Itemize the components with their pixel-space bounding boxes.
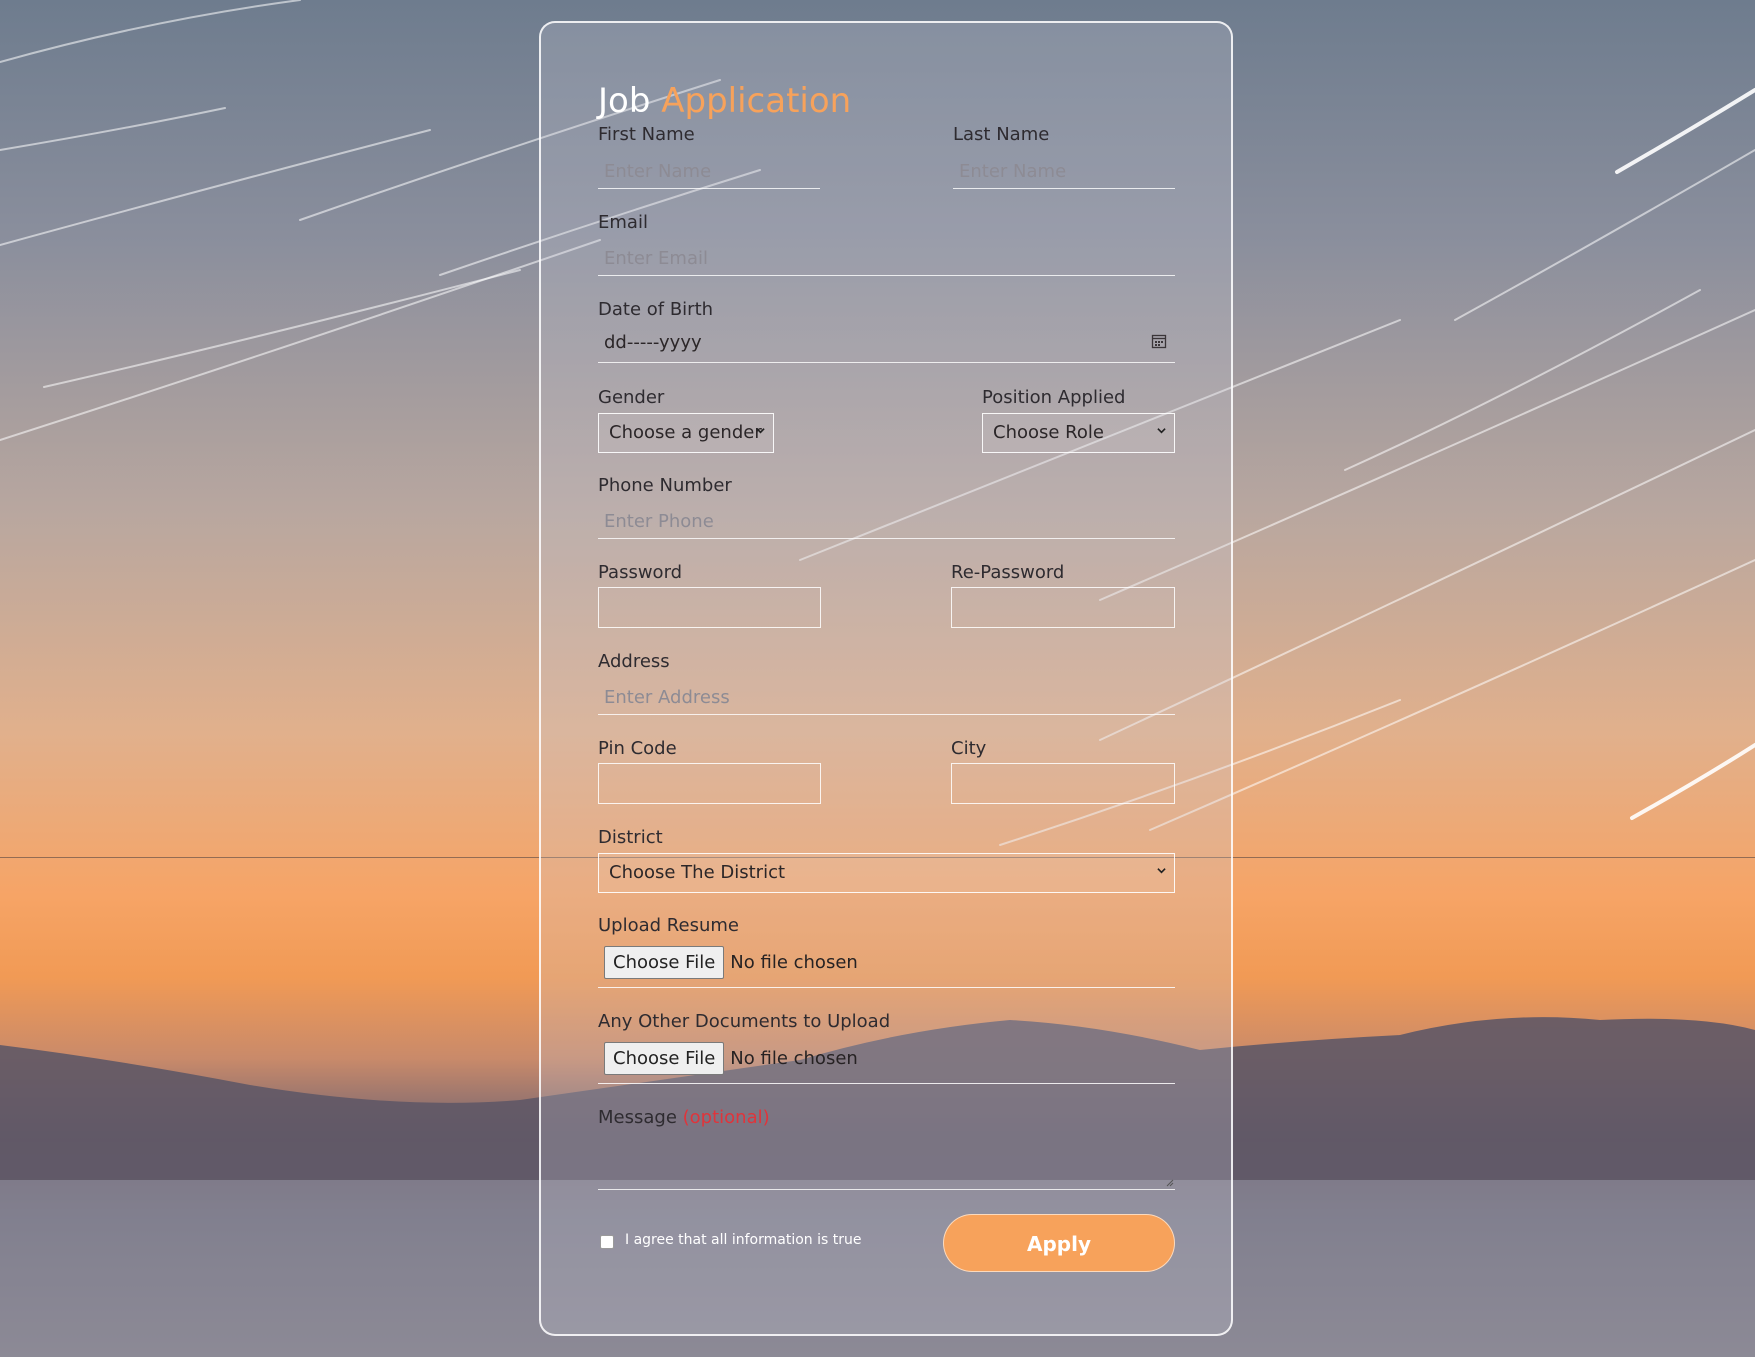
password-field: Password: [598, 562, 821, 628]
title-word-application: Application: [661, 81, 852, 121]
city-input[interactable]: [951, 763, 1175, 804]
other-docs-file-status: No file chosen: [730, 1047, 858, 1069]
last-name-label: Last Name: [953, 124, 1050, 145]
resize-handle-icon[interactable]: [1166, 1179, 1174, 1187]
resume-label: Upload Resume: [598, 915, 739, 936]
dob-input[interactable]: dd-----yyyy: [598, 323, 1175, 363]
dob-field: Date of Birth dd-----yyyy: [598, 299, 1175, 363]
email-label: Email: [598, 212, 648, 233]
other-docs-field: Any Other Documents to Upload Choose Fil…: [598, 1011, 1175, 1084]
chevron-down-icon: [1157, 428, 1166, 434]
form-footer: I agree that all information is true App…: [598, 1214, 1175, 1274]
resume-choose-file-button[interactable]: Choose File: [604, 945, 725, 979]
chevron-down-icon: [1157, 868, 1166, 874]
dob-label: Date of Birth: [598, 299, 714, 320]
re-password-input[interactable]: [951, 587, 1175, 628]
message-label: Message (optional): [598, 1107, 1175, 1129]
password-input[interactable]: [598, 587, 821, 628]
message-field: Message (optional): [598, 1107, 1175, 1190]
first-name-field: First Name: [598, 124, 820, 189]
gender-selected-value: Choose a gender: [609, 422, 762, 443]
address-input[interactable]: [598, 675, 1175, 715]
district-label: District: [598, 827, 663, 848]
form-title: Job Application: [598, 78, 1175, 124]
position-label: Position Applied: [982, 387, 1126, 408]
position-select[interactable]: Choose Role: [982, 413, 1175, 453]
password-label: Password: [598, 562, 683, 583]
position-selected-value: Choose Role: [993, 422, 1104, 443]
other-docs-choose-file-button[interactable]: Choose File: [604, 1041, 725, 1075]
title-word-job: Job: [598, 81, 651, 121]
calendar-icon[interactable]: [1151, 333, 1167, 349]
last-name-field: Last Name: [953, 124, 1175, 189]
phone-label: Phone Number: [598, 475, 732, 496]
address-field: Address: [598, 651, 1175, 715]
address-label: Address: [598, 651, 670, 672]
first-name-input[interactable]: [598, 149, 820, 189]
gender-select[interactable]: Choose a gender: [598, 413, 774, 453]
first-name-label: First Name: [598, 124, 695, 145]
agree-label: I agree that all information is true: [625, 1232, 862, 1248]
re-password-field: Re-Password: [951, 562, 1175, 628]
city-label: City: [951, 738, 987, 759]
chevron-down-icon: [756, 428, 765, 434]
resume-file-input: Choose File No file chosen: [598, 937, 1175, 988]
phone-input[interactable]: [598, 499, 1175, 539]
pin-code-label: Pin Code: [598, 738, 677, 759]
optional-tag: (optional): [682, 1107, 770, 1128]
email-field: Email: [598, 212, 1175, 276]
resume-file-status: No file chosen: [730, 951, 858, 973]
pin-code-input[interactable]: [598, 763, 821, 804]
district-selected-value: Choose The District: [609, 862, 786, 883]
job-application-card: Job Application First Name Last Name Ema…: [539, 21, 1233, 1336]
pin-code-field: Pin Code: [598, 738, 821, 804]
other-docs-label: Any Other Documents to Upload: [598, 1011, 891, 1032]
re-password-label: Re-Password: [951, 562, 1065, 583]
email-input[interactable]: [598, 236, 1175, 276]
city-field: City: [951, 738, 1175, 804]
message-textarea[interactable]: [598, 1129, 1175, 1190]
apply-button[interactable]: Apply: [943, 1214, 1175, 1272]
other-docs-file-input: Choose File No file chosen: [598, 1033, 1175, 1084]
last-name-input[interactable]: [953, 149, 1175, 189]
position-field: Position Applied Choose Role: [982, 387, 1175, 453]
district-select[interactable]: Choose The District: [598, 853, 1175, 893]
agree-checkbox[interactable]: [600, 1235, 614, 1249]
message-label-text: Message: [598, 1107, 677, 1128]
phone-field: Phone Number: [598, 475, 1175, 539]
gender-field: Gender Choose a gender: [598, 387, 774, 453]
gender-label: Gender: [598, 387, 665, 408]
district-field: District Choose The District: [598, 827, 1175, 893]
resume-field: Upload Resume Choose File No file chosen: [598, 915, 1175, 988]
